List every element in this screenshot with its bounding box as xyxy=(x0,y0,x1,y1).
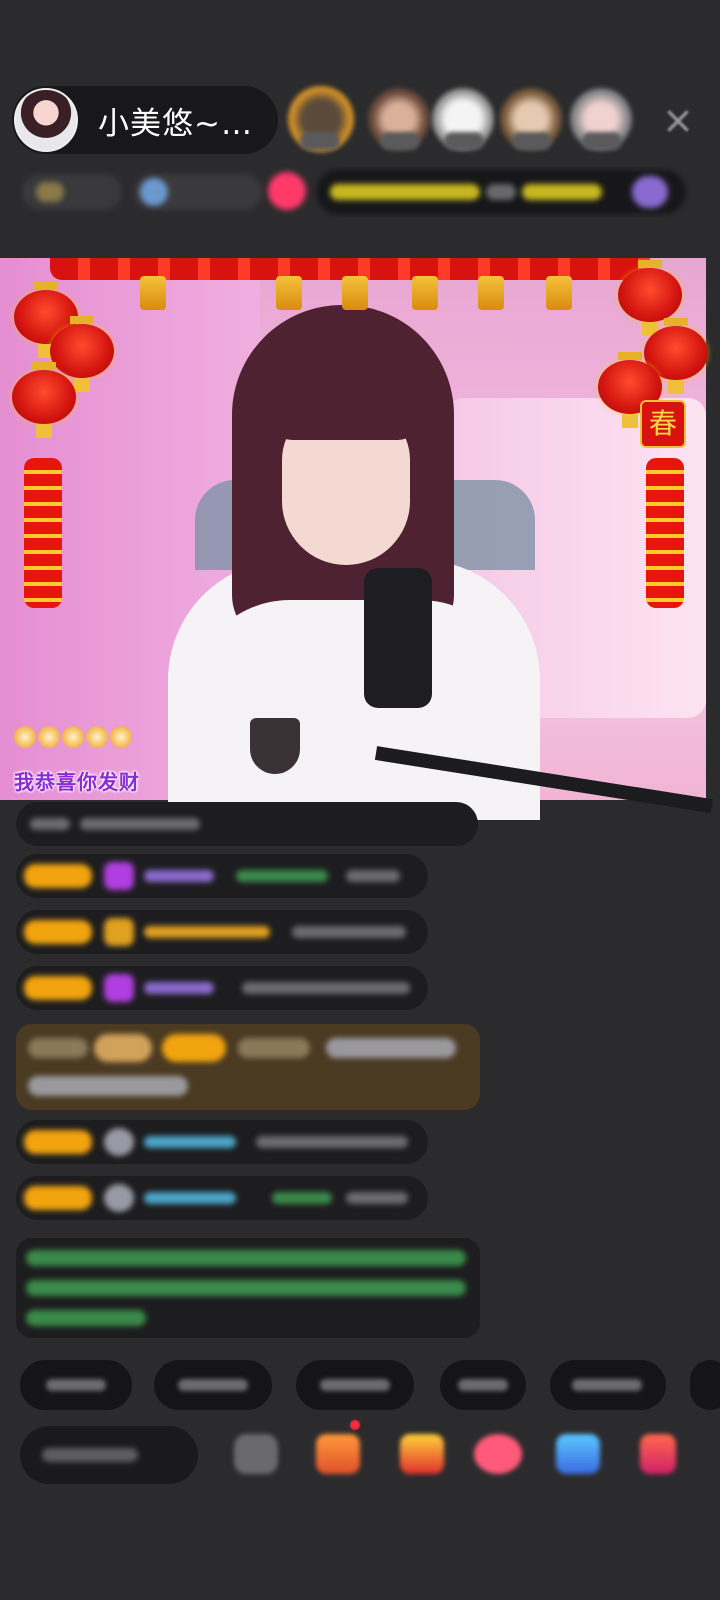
lantern xyxy=(50,316,114,392)
stream-overlay-text: 我恭喜你发财 xyxy=(14,770,140,794)
viewer-rank-badge xyxy=(512,132,552,150)
tassel xyxy=(140,276,166,310)
chat-message[interactable] xyxy=(16,1176,428,1220)
quick-reply-chip[interactable] xyxy=(20,1360,132,1410)
microphone xyxy=(364,568,432,708)
viewer-rank-badge xyxy=(380,132,420,150)
entry-announcement[interactable] xyxy=(16,1024,480,1110)
chat-message[interactable] xyxy=(16,966,428,1010)
quick-reply-chip[interactable] xyxy=(690,1360,720,1410)
red-packet-icon[interactable] xyxy=(400,1434,444,1474)
host-info-pill[interactable]: 小美悠~… xyxy=(12,86,278,154)
emoji-icon[interactable] xyxy=(234,1434,278,1474)
viewer-rank-badge xyxy=(300,132,340,150)
gift-icon[interactable] xyxy=(316,1434,360,1474)
quick-reply-chip[interactable] xyxy=(440,1360,526,1410)
tassel xyxy=(546,276,572,310)
viewer-rank-badge xyxy=(582,132,622,150)
chat-message[interactable] xyxy=(16,910,428,954)
quick-reply-chip[interactable] xyxy=(296,1360,414,1410)
coin-row xyxy=(14,726,132,748)
system-notice xyxy=(16,1238,480,1338)
host-avatar[interactable] xyxy=(14,88,78,152)
tassel xyxy=(478,276,504,310)
spring-character: 春 xyxy=(640,400,686,448)
firecracker xyxy=(24,458,62,608)
lantern xyxy=(618,260,682,336)
firecracker xyxy=(646,458,684,608)
tassel xyxy=(412,276,438,310)
room-info-row xyxy=(0,170,720,214)
chat-message[interactable] xyxy=(16,802,478,846)
notification-dot xyxy=(350,1420,360,1430)
chat-input[interactable] xyxy=(20,1426,198,1484)
shirt-emblem xyxy=(250,718,300,774)
tassel xyxy=(276,276,302,310)
like-icon[interactable] xyxy=(474,1434,522,1474)
quick-reply-chip[interactable] xyxy=(550,1360,666,1410)
more-icon[interactable] xyxy=(640,1434,676,1474)
host-name: 小美悠~… xyxy=(98,105,253,142)
close-icon[interactable]: × xyxy=(660,100,696,140)
lantern xyxy=(12,362,76,438)
tassel xyxy=(342,276,368,310)
chat-message[interactable] xyxy=(16,1120,428,1164)
game-icon[interactable] xyxy=(556,1434,600,1474)
chat-message[interactable] xyxy=(16,854,428,898)
quick-reply-chip[interactable] xyxy=(154,1360,272,1410)
viewer-rank-badge xyxy=(444,132,484,150)
